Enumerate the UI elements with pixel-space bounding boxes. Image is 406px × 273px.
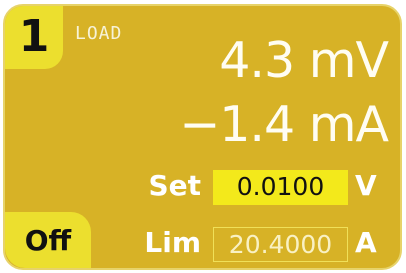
channel-number-badge[interactable]: 1 — [5, 6, 63, 69]
mode-label: LOAD — [75, 23, 123, 44]
set-unit-label: V — [355, 169, 377, 202]
output-off-button[interactable]: Off — [5, 212, 91, 268]
current-readout: −1.4 mA — [179, 96, 389, 153]
voltage-readout: 4.3 mV — [219, 32, 389, 89]
channel-panel: 1 LOAD 4.3 mV −1.4 mA Set 0.0100 V Lim 2… — [3, 4, 402, 270]
set-value-field[interactable]: 0.0100 — [213, 170, 348, 205]
limit-unit-label: A — [355, 226, 377, 259]
limit-value-field[interactable]: 20.4000 — [213, 227, 348, 262]
set-label: Set — [148, 169, 201, 202]
limit-label: Lim — [144, 226, 201, 259]
